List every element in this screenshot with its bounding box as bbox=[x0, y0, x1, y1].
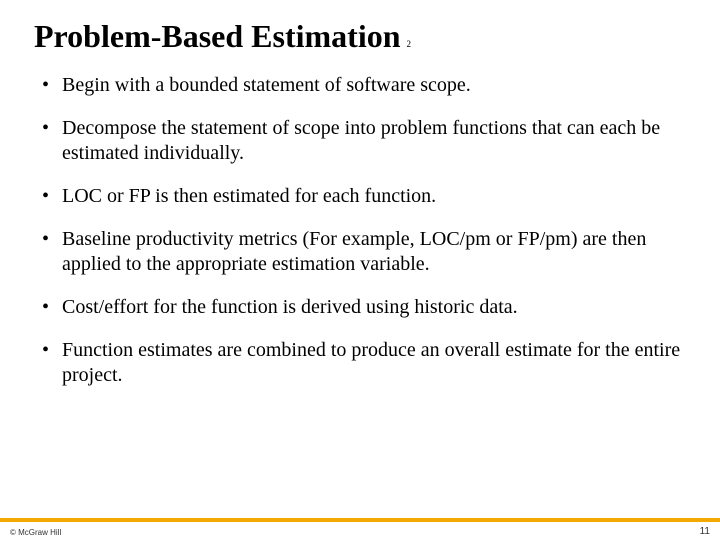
list-item: Begin with a bounded statement of softwa… bbox=[42, 73, 686, 98]
title-subscript: 2 bbox=[407, 39, 412, 49]
bullet-text: Cost/effort for the function is derived … bbox=[62, 296, 518, 318]
list-item: Cost/effort for the function is derived … bbox=[42, 295, 686, 320]
footer-accent-bar bbox=[0, 518, 720, 522]
bullet-text: Function estimates are combined to produ… bbox=[62, 339, 680, 386]
list-item: Baseline productivity metrics (For examp… bbox=[42, 227, 686, 277]
slide: Problem-Based Estimation 2 Begin with a b… bbox=[0, 0, 720, 540]
bullet-text: Decompose the statement of scope into pr… bbox=[62, 117, 660, 164]
bullet-text: LOC or FP is then estimated for each fun… bbox=[62, 185, 436, 207]
list-item: Decompose the statement of scope into pr… bbox=[42, 116, 686, 166]
bullet-list: Begin with a bounded statement of softwa… bbox=[34, 73, 686, 388]
list-item: LOC or FP is then estimated for each fun… bbox=[42, 184, 686, 209]
slide-title: Problem-Based Estimation 2 bbox=[34, 18, 686, 55]
title-text: Problem-Based Estimation bbox=[34, 18, 401, 54]
list-item: Function estimates are combined to produ… bbox=[42, 338, 686, 388]
bullet-text: Begin with a bounded statement of softwa… bbox=[62, 74, 471, 96]
page-number: 11 bbox=[700, 526, 710, 537]
copyright-text: © McGraw Hill bbox=[10, 528, 61, 537]
bullet-text: Baseline productivity metrics (For examp… bbox=[62, 228, 646, 275]
